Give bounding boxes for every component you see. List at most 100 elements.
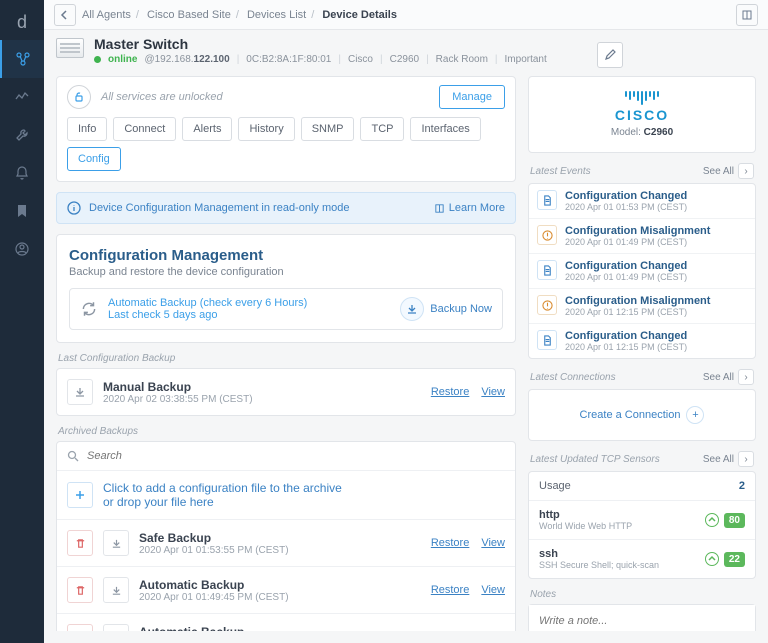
backup-row: Automatic Backup2020 Apr 01 01:49:45 PM … xyxy=(57,567,515,614)
sensor-sub: World Wide Web HTTP xyxy=(539,521,632,531)
manage-button[interactable]: Manage xyxy=(439,85,505,109)
archived-label: Archived Backups xyxy=(58,426,516,437)
create-connection-button[interactable]: Create a Connection + xyxy=(529,390,755,440)
tab-snmp[interactable]: SNMP xyxy=(301,117,355,141)
drop-zone[interactable]: Click to add a configuration file to the… xyxy=(57,471,515,520)
event-row[interactable]: Configuration Misalignment2020 Apr 01 12… xyxy=(529,289,755,324)
download-icon xyxy=(400,297,424,321)
drop-subtext: or drop your file here xyxy=(103,495,342,509)
event-title: Configuration Misalignment xyxy=(565,295,710,307)
tab-tcp[interactable]: TCP xyxy=(360,117,404,141)
view-link[interactable]: View xyxy=(481,537,505,549)
last-backup-card: Manual Backup 2020 Apr 02 03:38:55 PM (C… xyxy=(56,368,516,416)
document-icon xyxy=(537,330,557,350)
device-icon xyxy=(56,38,84,58)
search-icon xyxy=(67,450,79,462)
events-seeall-link[interactable]: See All› xyxy=(703,163,754,179)
edit-button[interactable] xyxy=(597,42,623,68)
restore-link[interactable]: Restore xyxy=(431,537,470,549)
crumb-devices[interactable]: Devices List xyxy=(247,9,306,21)
cm-subtitle: Backup and restore the device configurat… xyxy=(69,266,503,278)
nav-topology-icon[interactable] xyxy=(0,40,44,78)
status-dot-icon xyxy=(94,56,101,63)
sensor-row[interactable]: httpWorld Wide Web HTTP 80 xyxy=(529,501,755,540)
device-mac: 0C:B2:8A:1F:80:01 xyxy=(246,54,331,65)
services-card: All services are unlocked Manage Info Co… xyxy=(56,76,516,182)
crumb-site[interactable]: Cisco Based Site xyxy=(147,9,231,21)
nav-user-icon[interactable] xyxy=(0,230,44,268)
download-icon[interactable] xyxy=(67,379,93,405)
delete-icon[interactable] xyxy=(67,624,93,631)
cisco-logo-icon xyxy=(543,91,741,105)
nav-alerts-icon[interactable] xyxy=(0,154,44,192)
device-header: Master Switch online @192.168.122.100 |0… xyxy=(44,30,768,76)
document-icon xyxy=(537,260,557,280)
device-model: C2960 xyxy=(390,54,419,65)
download-icon[interactable] xyxy=(103,530,129,556)
tabs: Info Connect Alerts History SNMP TCP Int… xyxy=(57,117,515,181)
tab-alerts[interactable]: Alerts xyxy=(182,117,232,141)
device-tag: Important xyxy=(505,54,547,65)
breadcrumb: All Agents/ Cisco Based Site/ Devices Li… xyxy=(82,9,397,21)
brand-name: CISCO xyxy=(543,107,741,123)
back-button[interactable] xyxy=(54,4,76,26)
download-icon[interactable] xyxy=(103,624,129,631)
crumb-current: Device Details xyxy=(322,9,397,21)
event-title: Configuration Changed xyxy=(565,260,687,272)
backup-row: Safe Backup2020 Apr 01 01:53:55 PM (CEST… xyxy=(57,520,515,567)
plus-icon: + xyxy=(686,406,704,424)
services-text: All services are unlocked xyxy=(101,91,223,103)
tab-interfaces[interactable]: Interfaces xyxy=(410,117,480,141)
learn-more-link[interactable]: Learn More xyxy=(434,202,505,214)
info-icon xyxy=(67,201,81,215)
event-date: 2020 Apr 01 12:15 PM (CEST) xyxy=(565,342,687,352)
conn-seeall-link[interactable]: See All› xyxy=(703,369,754,385)
nav-bookmark-icon[interactable] xyxy=(0,192,44,230)
backup-now-button[interactable]: Backup Now xyxy=(400,297,492,321)
help-button[interactable] xyxy=(736,4,758,26)
events-card: Configuration Changed2020 Apr 01 01:53 P… xyxy=(528,183,756,359)
view-link[interactable]: View xyxy=(481,584,505,596)
event-row[interactable]: Configuration Changed2020 Apr 01 01:49 P… xyxy=(529,254,755,289)
restore-link[interactable]: Restore xyxy=(431,584,470,596)
refresh-icon xyxy=(80,300,98,318)
brand-model: Model: C2960 xyxy=(543,127,741,138)
tab-connect[interactable]: Connect xyxy=(113,117,176,141)
status-up-icon xyxy=(705,552,719,566)
device-ip: @192.168.122.100 xyxy=(144,54,229,65)
backup-date: 2020 Apr 02 03:38:55 PM (CEST) xyxy=(103,394,253,405)
event-row[interactable]: Configuration Changed2020 Apr 01 01:53 P… xyxy=(529,184,755,219)
download-icon[interactable] xyxy=(103,577,129,603)
event-date: 2020 Apr 01 12:15 PM (CEST) xyxy=(565,307,710,317)
port-badge: 22 xyxy=(724,552,745,567)
search-input[interactable] xyxy=(87,450,505,462)
tcp-card: Usage2 httpWorld Wide Web HTTP 80 sshSSH… xyxy=(528,471,756,579)
delete-icon[interactable] xyxy=(67,577,93,603)
tcp-title: Latest Updated TCP Sensors See All› xyxy=(530,451,754,467)
backup-date: 2020 Apr 01 01:49:45 PM (CEST) xyxy=(139,592,289,603)
crumb-agents[interactable]: All Agents xyxy=(82,9,131,21)
app-logo: d xyxy=(4,4,40,40)
nav-tools-icon[interactable] xyxy=(0,116,44,154)
tcp-seeall-link[interactable]: See All› xyxy=(703,451,754,467)
event-row[interactable]: Configuration Misalignment2020 Apr 01 01… xyxy=(529,219,755,254)
view-link[interactable]: View xyxy=(481,386,505,398)
backup-title: Safe Backup xyxy=(139,531,289,545)
tab-info[interactable]: Info xyxy=(67,117,107,141)
warning-icon xyxy=(537,295,557,315)
status-up-icon xyxy=(705,513,719,527)
note-input[interactable] xyxy=(529,605,755,631)
tab-config[interactable]: Config xyxy=(67,147,121,171)
restore-link[interactable]: Restore xyxy=(431,386,470,398)
chevron-right-icon: › xyxy=(738,163,754,179)
event-row[interactable]: Configuration Changed2020 Apr 01 12:15 P… xyxy=(529,324,755,358)
delete-icon[interactable] xyxy=(67,530,93,556)
events-title: Latest Events See All› xyxy=(530,163,754,179)
sensor-row[interactable]: sshSSH Secure Shell; quick-scan 22 xyxy=(529,540,755,578)
brand-card: CISCO Model: C2960 xyxy=(528,76,756,153)
event-title: Configuration Changed xyxy=(565,190,687,202)
tab-history[interactable]: History xyxy=(238,117,294,141)
nav-activity-icon[interactable] xyxy=(0,78,44,116)
last-backup-label: Last Configuration Backup xyxy=(58,353,516,364)
sidebar: d xyxy=(0,0,44,643)
